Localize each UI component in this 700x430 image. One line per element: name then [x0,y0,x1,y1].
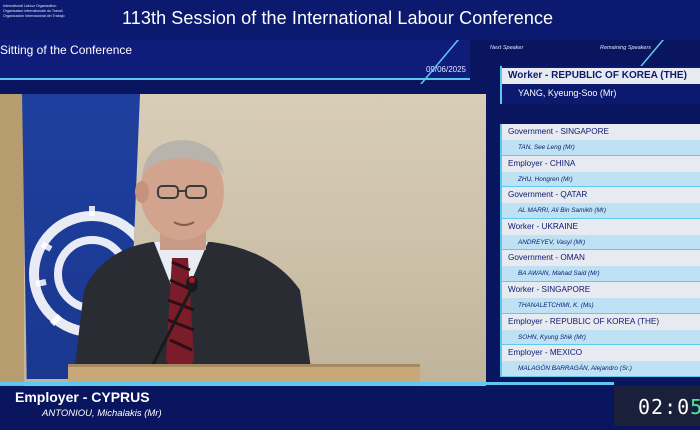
speaker-name: ZHU, Hongren (Mr) [502,171,700,188]
next-speaker-name: YANG, Kyeung-Soo (Mr) [518,88,617,98]
list-item: Employer - CHINA ZHU, Hongren (Mr) [500,155,700,188]
page-title: 113th Session of the International Labou… [122,8,554,28]
speaker-role: Employer - REPUBLIC OF KOREA (THE) [502,313,700,330]
speaker-name: SOHN, Kyung Shik (Mr) [502,329,700,346]
remaining-speakers-label: Remaining Speakers [600,45,652,51]
current-speaker-name: ANTONIOU, Michalakis (Mr) [42,408,162,419]
speaker-name: BA AWAIN, Mahad Said (Mr) [502,266,700,282]
next-speaker-label: Next Speaker [490,45,524,51]
list-item: Government - QATAR AL MARRI, Ali Bin Sam… [500,187,700,219]
conference-screen: International Labour Organization Organi… [0,0,700,430]
timer-main: 02:0 [638,395,691,419]
speaker-role: Worker - SINGAPORE [502,281,700,298]
speaker-name: THANALETCHIMI, K. (Ms) [502,297,700,314]
sitting-banner: Sitting of the Conference 09/06/2025 [0,40,470,78]
list-item: Worker - SINGAPORE THANALETCHIMI, K. (Ms… [500,281,700,314]
divider-line [0,382,614,385]
speaker-name: MALAGÓN BARRAGÁN, Alejandro (Sr.) [502,361,700,377]
door-frame [0,94,24,386]
timer-readout: 02:05 [638,395,700,419]
list-item: Government - SINGAPORE TAN, See Leng (Mr… [500,124,700,156]
list-item: Employer - MEXICO MALAGÓN BARRAGÁN, Alej… [500,345,700,377]
ilo-logo: International Labour Organization Organi… [0,4,80,36]
speaker-figure [72,140,314,386]
next-speaker-box: Worker - REPUBLIC OF KOREA (THE) YANG, K… [500,66,700,104]
speaker-role: Government - QATAR [502,187,700,204]
speaker-role: Worker - UKRAINE [502,218,700,235]
list-item: Worker - UKRAINE ANDREYEV, Vasyl (Mr) [500,218,700,251]
logo-line-es: Organización Internacional del Trabajo [3,14,65,18]
remaining-speakers-list: Government - SINGAPORE TAN, See Leng (Mr… [500,124,700,377]
speakers-panel-header: Next Speaker Remaining Speakers [470,40,700,66]
timer-accent-digit: 5 [690,395,700,419]
next-speaker-role: Worker - REPUBLIC OF KOREA (THE) [502,68,700,84]
speaking-timer: 02:05 [614,386,700,426]
sitting-title: Sitting of the Conference [0,43,133,57]
speaker-name: ANDREYEV, Vasyl (Mr) [502,234,700,251]
divider-line [0,78,470,80]
speaker-name: AL MARRI, Ali Bin Samikh (Mr) [502,203,700,219]
list-item: Employer - REPUBLIC OF KOREA (THE) SOHN,… [500,313,700,346]
speaker-role: Government - OMAN [502,250,700,267]
list-item: Government - OMAN BA AWAIN, Mahad Said (… [500,250,700,282]
speaker-name: TAN, See Leng (Mr) [502,140,700,156]
current-speaker-role: Employer - CYPRUS [15,389,150,405]
speaker-role: Government - SINGAPORE [502,124,700,140]
speaker-role: Employer - MEXICO [502,345,700,362]
video-feed [0,94,486,386]
speaker-role: Employer - CHINA [502,155,700,172]
header-bar: International Labour Organization Organi… [0,0,700,40]
